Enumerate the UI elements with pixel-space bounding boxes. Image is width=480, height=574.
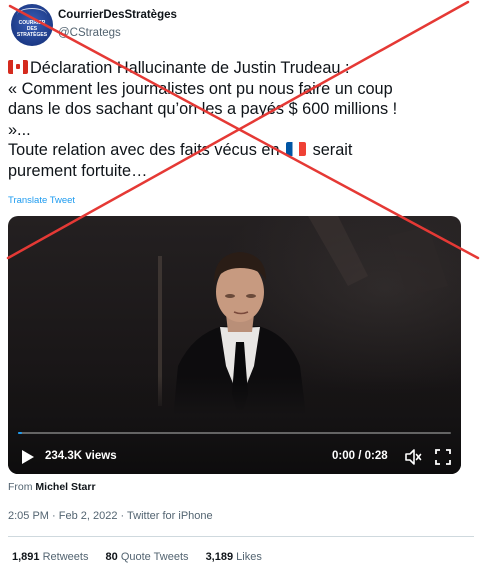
tweet-line-2: « Comment les journalistes ont pu nous f… [8,79,393,98]
video-attribution: From Michel Starr [8,481,96,493]
avatar[interactable]: COURRIER DES STRATÈGES [11,4,53,46]
tweet-timestamp[interactable]: 2:05 PM · Feb 2, 2022 · Twitter for iPho… [8,510,213,522]
video-progress-fill [18,432,23,434]
tweet-text: Déclaration Hallucinante de Justin Trude… [8,58,474,182]
translate-tweet-link[interactable]: Translate Tweet [8,195,75,206]
quote-tweets-stat[interactable]: 80 Quote Tweets [106,551,189,563]
retweets-label: Retweets [42,551,89,563]
retweets-stat[interactable]: 1,891 Retweets [12,551,88,563]
tweet-line-1: Déclaration Hallucinante de Justin Trude… [8,58,474,79]
likes-stat[interactable]: 3,189 Likes [206,551,262,563]
likes-count: 3,189 [205,551,234,563]
volume-icon[interactable] [404,448,422,466]
avatar-text-3: STRATÈGES [16,32,48,38]
tweet-stats: 1,891 Retweets 80 Quote Tweets 3,189 Lik… [12,551,276,563]
tweet-line-4: »... [8,120,31,139]
likes-label: Likes [236,551,262,563]
attribution-source-link[interactable]: Michel Starr [35,481,95,493]
canada-flag-icon [8,60,28,74]
video-player[interactable]: 234.3K views 0:00 / 0:28 [8,216,461,474]
fullscreen-icon[interactable] [435,449,451,465]
attribution-prefix: From [8,481,33,493]
tweet-line-1-text: Déclaration Hallucinante de Justin Trude… [30,59,350,77]
tweet-line-5-end: serait [312,141,353,160]
video-time: 0:00 / 0:28 [332,450,388,462]
tweet-line-5: Toute relation avec des faits vécus en s… [8,140,474,161]
author-handle[interactable]: @CStrategs [58,27,121,39]
quote-tweets-count: 80 [105,551,118,563]
divider [8,536,474,537]
play-icon[interactable] [21,449,35,465]
video-progress-bar[interactable] [18,432,451,434]
retweets-count: 1,891 [12,551,40,563]
france-flag-icon [286,142,307,157]
tweet-line-6: purement fortuite… [8,161,148,180]
author-display-name[interactable]: CourrierDesStratèges [58,9,177,21]
tweet-line-5-start: Toute relation avec des faits vécus en [8,141,280,160]
quote-tweets-label: Quote Tweets [120,551,189,563]
tweet-line-3: dans le dos sachant qu’on les a payés $ … [8,100,398,119]
video-views: 234.3K views [45,450,117,462]
tweet-header: COURRIER DES STRATÈGES CourrierDesStratè… [8,3,468,47]
